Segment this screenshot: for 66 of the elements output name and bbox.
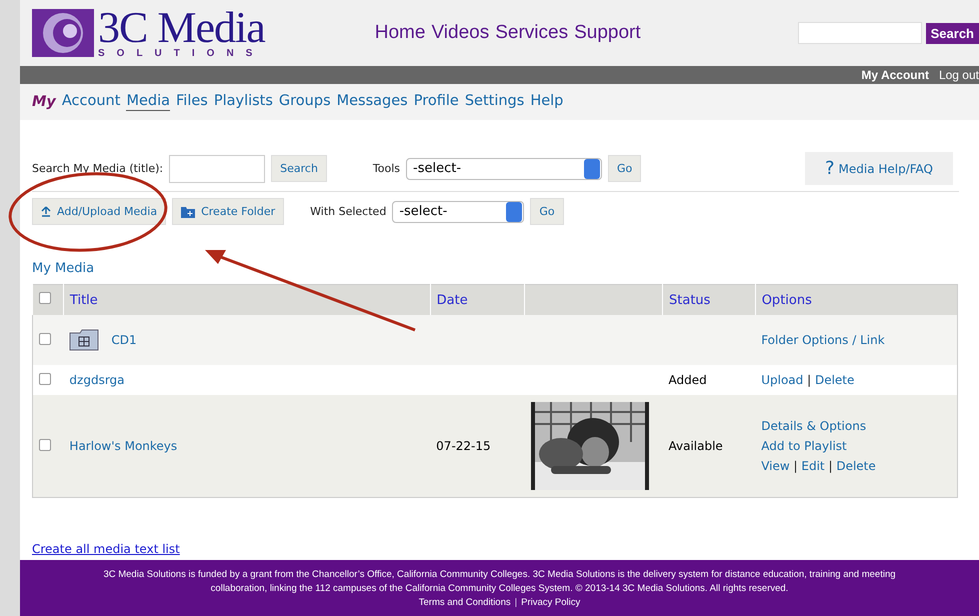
- option-link[interactable]: Delete: [836, 459, 876, 473]
- folder-icon: [69, 329, 100, 351]
- option-link[interactable]: Upload: [761, 373, 804, 387]
- search-field[interactable]: [798, 22, 922, 44]
- tools-dropdown[interactable]: -select-: [406, 158, 602, 180]
- title-search-field[interactable]: [169, 154, 266, 182]
- separator-text: |: [514, 596, 518, 610]
- nav-link[interactable]: Services: [495, 22, 568, 44]
- nav-tab[interactable]: Messages: [336, 93, 408, 111]
- nav-tab[interactable]: Media: [126, 93, 170, 111]
- go-button[interactable]: Go: [608, 155, 642, 182]
- nav-tab[interactable]: Files: [176, 93, 208, 111]
- section-title: My Media: [32, 261, 96, 276]
- date-cell: 07-22-15: [436, 439, 491, 453]
- nav-tab[interactable]: Playlists: [214, 93, 273, 111]
- footer-text: 3C Media Solutions is funded by a grant from the Chancellor’s Office, California Community Colleges. 3C Media Solutions is the delivery system for distance education, training and meeting collaboration, linking the 112 campuses of the California Community Colleges System. © 2013-14 3C Media Solutions. All rights reserved.: [102, 568, 897, 596]
- with-selected-dropdown[interactable]: -select-: [392, 200, 524, 222]
- separator-text: |: [794, 459, 798, 473]
- search-button[interactable]: Search: [271, 155, 327, 182]
- nav-tab[interactable]: Account: [62, 93, 120, 111]
- tabs-prefix: My: [32, 94, 56, 110]
- upload-button[interactable]: Add/Upload Media: [32, 198, 166, 225]
- nav-tab[interactable]: Profile: [414, 93, 459, 111]
- option-link[interactable]: Edit: [801, 459, 825, 473]
- nav-tab[interactable]: Groups: [278, 93, 331, 111]
- title-link[interactable]: dzgdsrga: [69, 373, 125, 387]
- column-header[interactable]: Title: [70, 292, 98, 308]
- folder-plus-icon: [181, 206, 196, 218]
- search-label: Search My Media (title):: [32, 162, 164, 175]
- option-link[interactable]: Terms and Conditions: [418, 596, 511, 610]
- separator-text: |: [807, 373, 812, 387]
- title-link[interactable]: Harlow's Monkeys: [69, 439, 178, 453]
- tools-label: Tools: [372, 162, 400, 175]
- status-cell: Added: [668, 373, 707, 387]
- nav-tab[interactable]: Settings: [464, 93, 524, 111]
- column-header[interactable]: Date: [436, 292, 468, 308]
- text-list-link[interactable]: Create all media text list: [32, 542, 959, 556]
- logo-text: 3C Media: [98, 8, 265, 48]
- status-cell: Available: [668, 439, 723, 453]
- row-checkbox[interactable]: [39, 372, 51, 384]
- logo-icon: [32, 9, 94, 57]
- search-button[interactable]: Search: [926, 22, 979, 44]
- go-button[interactable]: Go: [530, 198, 564, 225]
- title-link[interactable]: CD1: [111, 333, 137, 347]
- create-folder-button[interactable]: Create Folder: [172, 198, 284, 225]
- nav-link[interactable]: Home: [374, 22, 426, 44]
- option-link[interactable]: Add to Playlist: [761, 439, 847, 453]
- help-link[interactable]: ? Media Help/FAQ: [804, 152, 953, 185]
- option-link[interactable]: Delete: [814, 373, 854, 387]
- logo-subtitle: SOLUTIONS: [98, 48, 265, 58]
- column-header[interactable]: Options: [762, 292, 812, 308]
- logout-link[interactable]: Log out: [938, 68, 979, 82]
- upload-icon: [41, 206, 51, 217]
- select-all-checkbox[interactable]: [39, 292, 51, 304]
- row-checkbox[interactable]: [39, 438, 51, 450]
- row-checkbox[interactable]: [39, 332, 51, 344]
- account-link[interactable]: My Account: [861, 68, 929, 82]
- nav-link[interactable]: Videos: [431, 22, 490, 44]
- nav-tab[interactable]: Help: [530, 93, 564, 111]
- separator-text: |: [828, 459, 833, 473]
- nav-link[interactable]: Support: [574, 22, 641, 44]
- option-link[interactable]: Details & Options: [761, 419, 866, 433]
- option-link[interactable]: Privacy Policy: [521, 596, 580, 610]
- option-link[interactable]: Folder Options / Link: [761, 333, 885, 347]
- option-link[interactable]: View: [761, 459, 790, 473]
- with-selected-label: With Selected: [310, 205, 386, 218]
